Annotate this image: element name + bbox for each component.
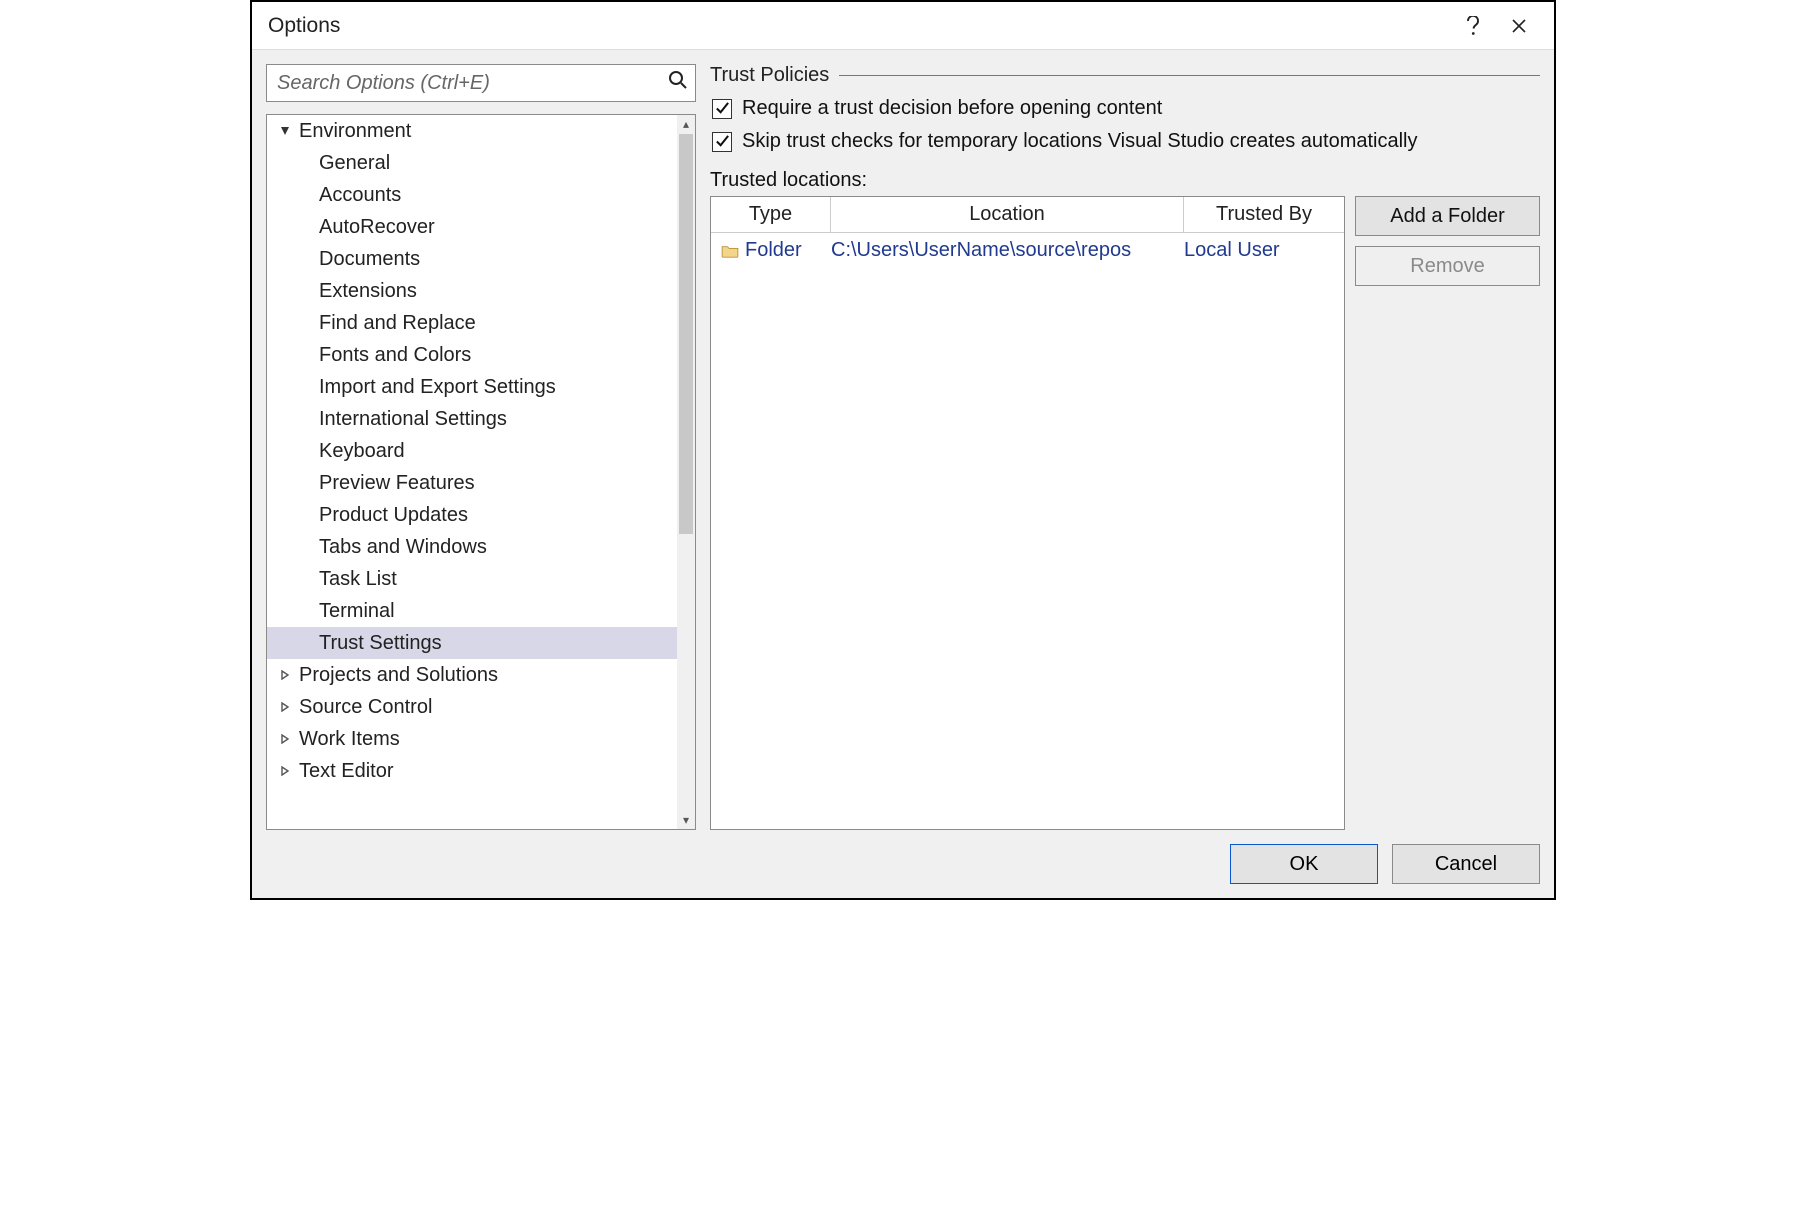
divider — [839, 75, 1540, 76]
tree-label: International Settings — [319, 408, 507, 431]
help-button[interactable] — [1450, 6, 1496, 46]
tree-label: Source Control — [299, 696, 432, 719]
trusted-locations-grid[interactable]: Type Location Trusted By Folder C:\Users… — [710, 196, 1345, 830]
tree-label: Documents — [319, 248, 420, 271]
search-wrap — [266, 64, 696, 102]
tree-scrollbar[interactable]: ▴ ▾ — [677, 115, 695, 829]
tree-label: Terminal — [319, 600, 395, 623]
tree-node[interactable]: Documents — [267, 243, 677, 275]
close-button[interactable] — [1496, 6, 1542, 46]
tree-label: Extensions — [319, 280, 417, 303]
tree-node[interactable]: General — [267, 147, 677, 179]
tree-label: Task List — [319, 568, 397, 591]
tree-node[interactable]: Tabs and Windows — [267, 531, 677, 563]
skip-trust-checkbox[interactable]: Skip trust checks for temporary location… — [712, 130, 1540, 153]
scroll-thumb[interactable] — [679, 134, 693, 534]
tree-label: Text Editor — [299, 760, 393, 783]
add-folder-button[interactable]: Add a Folder — [1355, 196, 1540, 236]
tree-node-trust-settings[interactable]: Trust Settings — [267, 627, 677, 659]
tree-node[interactable]: Accounts — [267, 179, 677, 211]
tree-node[interactable]: Import and Export Settings — [267, 371, 677, 403]
tree-label: Find and Replace — [319, 312, 476, 335]
left-pane: Environment General Accounts AutoRecover… — [266, 64, 696, 830]
checkbox-label: Skip trust checks for temporary location… — [742, 130, 1418, 153]
grid-body: Folder C:\Users\UserName\source\repos Lo… — [711, 233, 1344, 829]
trusted-locations-label: Trusted locations: — [710, 169, 1540, 192]
col-location[interactable]: Location — [831, 197, 1184, 232]
tree-label: Product Updates — [319, 504, 468, 527]
cell-type-text: Folder — [745, 239, 802, 262]
right-pane: Trust Policies Require a trust decision … — [710, 64, 1540, 830]
group-title: Trust Policies — [710, 64, 829, 87]
tree-label: Accounts — [319, 184, 401, 207]
search-input[interactable] — [266, 64, 696, 102]
window-title: Options — [268, 14, 1450, 38]
cell-trusted-by: Local User — [1184, 239, 1334, 262]
dialog-footer: OK Cancel — [252, 830, 1554, 898]
locations-area: Type Location Trusted By Folder C:\Users… — [710, 196, 1540, 830]
scroll-up-icon[interactable]: ▴ — [677, 115, 695, 133]
tree-node[interactable]: Fonts and Colors — [267, 339, 677, 371]
table-row[interactable]: Folder C:\Users\UserName\source\repos Lo… — [711, 233, 1344, 268]
tree-label: Work Items — [299, 728, 400, 751]
titlebar: Options — [252, 2, 1554, 50]
question-icon — [1466, 16, 1480, 36]
cancel-button[interactable]: Cancel — [1392, 844, 1540, 884]
close-icon — [1511, 18, 1527, 34]
tree-node[interactable]: Terminal — [267, 595, 677, 627]
collapse-icon — [277, 670, 293, 680]
tree-label: Import and Export Settings — [319, 376, 556, 399]
tree-node[interactable]: Source Control — [267, 691, 677, 723]
remove-button: Remove — [1355, 246, 1540, 286]
tree-node[interactable]: Product Updates — [267, 499, 677, 531]
search-icon — [668, 70, 688, 96]
tree-node[interactable]: Keyboard — [267, 435, 677, 467]
col-type[interactable]: Type — [711, 197, 831, 232]
grid-header: Type Location Trusted By — [711, 197, 1344, 233]
tree-node[interactable]: International Settings — [267, 403, 677, 435]
folder-icon — [721, 244, 739, 258]
options-dialog: Options Environment — [250, 0, 1556, 900]
tree-node[interactable]: Projects and Solutions — [267, 659, 677, 691]
tree-label: Preview Features — [319, 472, 475, 495]
ok-button[interactable]: OK — [1230, 844, 1378, 884]
tree-node[interactable]: Task List — [267, 563, 677, 595]
tree-inner: Environment General Accounts AutoRecover… — [267, 115, 677, 829]
cell-type: Folder — [721, 239, 831, 262]
dialog-body: Environment General Accounts AutoRecover… — [252, 50, 1554, 830]
tree-node-environment[interactable]: Environment — [267, 115, 677, 147]
checkbox-label: Require a trust decision before opening … — [742, 97, 1162, 120]
tree-label: Projects and Solutions — [299, 664, 498, 687]
tree-label: AutoRecover — [319, 216, 435, 239]
expand-icon — [277, 126, 293, 136]
tree-node[interactable]: Preview Features — [267, 467, 677, 499]
tree-node[interactable]: Find and Replace — [267, 307, 677, 339]
require-trust-checkbox[interactable]: Require a trust decision before opening … — [712, 97, 1540, 120]
tree-label: Fonts and Colors — [319, 344, 471, 367]
tree-node[interactable]: Text Editor — [267, 755, 677, 787]
collapse-icon — [277, 766, 293, 776]
cell-location: C:\Users\UserName\source\repos — [831, 239, 1184, 262]
collapse-icon — [277, 734, 293, 744]
tree-label: Keyboard — [319, 440, 405, 463]
options-tree: Environment General Accounts AutoRecover… — [266, 114, 696, 830]
tree-node[interactable]: AutoRecover — [267, 211, 677, 243]
collapse-icon — [277, 702, 293, 712]
tree-label: Tabs and Windows — [319, 536, 487, 559]
group-header: Trust Policies — [710, 64, 1540, 87]
tree-label: Trust Settings — [319, 632, 442, 655]
tree-node[interactable]: Work Items — [267, 723, 677, 755]
location-buttons: Add a Folder Remove — [1355, 196, 1540, 830]
checkbox-icon — [712, 132, 732, 152]
checkbox-icon — [712, 99, 732, 119]
tree-label: Environment — [299, 120, 411, 143]
scroll-down-icon[interactable]: ▾ — [677, 811, 695, 829]
col-trusted-by[interactable]: Trusted By — [1184, 197, 1344, 232]
tree-label: General — [319, 152, 390, 175]
tree-node[interactable]: Extensions — [267, 275, 677, 307]
